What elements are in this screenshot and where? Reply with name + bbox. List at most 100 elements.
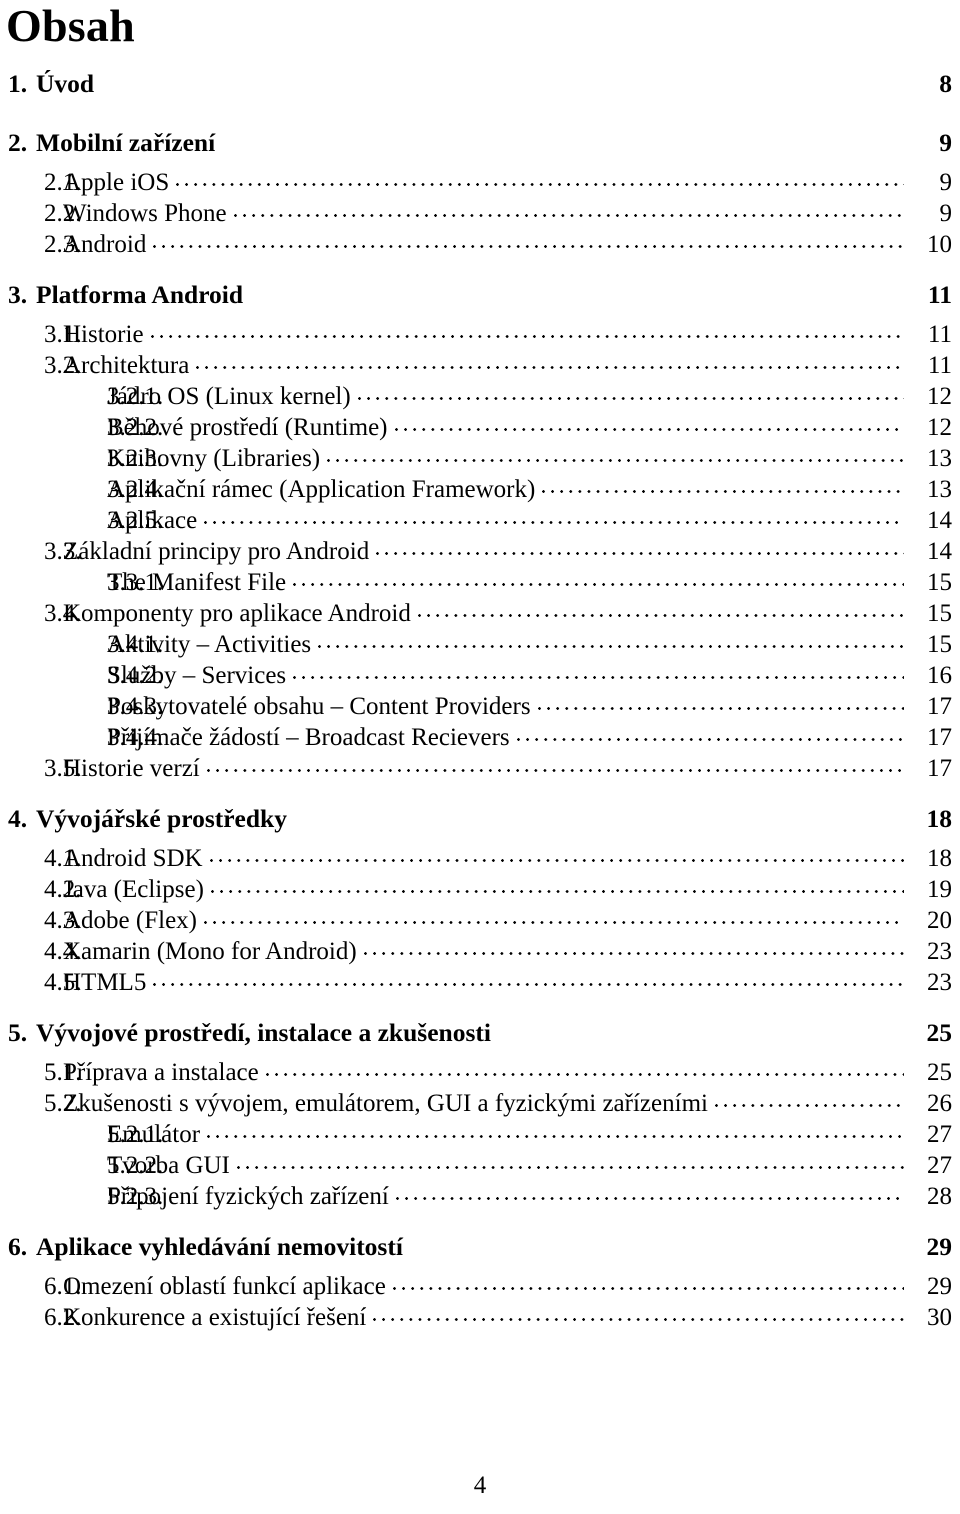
- toc-entry-number: 5.2.1.: [107, 1121, 164, 1148]
- toc-entry-page-number: 14: [927, 538, 952, 565]
- toc-entry-number: 6.: [8, 1231, 28, 1261]
- toc-entry-number: 3.2.2.: [107, 414, 164, 441]
- toc-entry-level-3[interactable]: 5.2.3. Připojení fyzických zařízení 28: [0, 1179, 960, 1210]
- toc-entry-level-1[interactable]: 3. Platforma Android 11: [0, 277, 960, 317]
- toc-entry-page-number: 18: [927, 845, 952, 872]
- dot-leader: [196, 348, 904, 373]
- toc-entry-level-3[interactable]: 5.2.2. Tvorba GUI 27: [0, 1148, 960, 1179]
- toc-entry-label: Apple iOS: [63, 169, 170, 196]
- toc-entry-page-number: 19: [927, 876, 952, 903]
- toc-entry-level-2[interactable]: 4.3. Adobe (Flex) 20: [0, 903, 960, 934]
- dot-leader: [265, 1055, 904, 1080]
- toc-entry-level-2[interactable]: 3.3. Základní principy pro Android 14: [0, 534, 960, 565]
- toc-entry-level-3[interactable]: 3.2.3. Knihovny (Libraries) 13: [0, 441, 960, 472]
- toc-entry-level-3[interactable]: 3.2.2. Běhové prostředí (Runtime) 12: [0, 410, 960, 441]
- dot-leader-dots: [209, 858, 904, 862]
- dot-leader: [293, 565, 904, 590]
- toc-entry-level-2[interactable]: 4.1. Android SDK 18: [0, 841, 960, 872]
- toc-entry-level-3[interactable]: 3.4.3. Poskytovatelé obsahu – Content Pro…: [0, 689, 960, 720]
- toc-entry-level-3[interactable]: 5.2.1. Emulátor 27: [0, 1117, 960, 1148]
- toc-entry-page-number: 26: [927, 1090, 952, 1117]
- dot-leader-dots: [357, 396, 904, 400]
- toc-entry-level-2[interactable]: 4.4. Xamarin (Mono for Android) 23: [0, 934, 960, 965]
- toc-entry-number: 3.: [8, 279, 28, 309]
- toc-entry-number: 3.2.3.: [107, 445, 164, 472]
- toc-entry-label: Běhové prostředí (Runtime): [107, 414, 388, 441]
- dot-leader-dots: [153, 244, 904, 248]
- toc-entry-level-2[interactable]: 4.5. HTML5 23: [0, 965, 960, 996]
- toc-entry-level-2[interactable]: 3.2. Architektura 11: [0, 348, 960, 379]
- toc-entry-level-2[interactable]: 6.2. Konkurence a existující řešení 30: [0, 1300, 960, 1331]
- dot-leader: [363, 934, 904, 959]
- toc-entry-page-number: 18: [926, 803, 953, 833]
- toc-entry-number: 2.1.: [44, 169, 82, 196]
- toc-entry-label: Příprava a instalace: [63, 1059, 259, 1086]
- dot-leader: [150, 317, 904, 342]
- toc-entry-page-number: 8: [939, 68, 952, 98]
- toc-entry-level-2[interactable]: 3.5. Historie verzí 17: [0, 751, 960, 782]
- toc-entry-level-3[interactable]: 3.3.1. The Manifest File 15: [0, 565, 960, 596]
- toc-entry-number: 3.3.1.: [107, 569, 164, 596]
- toc-entry-label: Zkušenosti s vývojem, emulátorem, GUI a …: [63, 1090, 708, 1117]
- toc-entry-level-3[interactable]: 3.4.4. Přijímače žádostí – Broadcast Reci…: [0, 720, 960, 751]
- dot-leader-dots: [196, 365, 904, 369]
- dot-leader-dots: [392, 1286, 904, 1290]
- toc-entry-number: 3.4.1.: [107, 631, 164, 658]
- toc-entry-page-number: 17: [927, 724, 952, 751]
- toc-entry-level-1[interactable]: 4. Vývojářské prostředky 18: [0, 801, 960, 841]
- toc-entry-label: The Manifest File: [107, 569, 287, 596]
- dot-leader: [204, 503, 904, 528]
- toc-entry-page-number: 9: [939, 169, 953, 196]
- toc-entry-label: Přijímače žádostí – Broadcast Recievers: [107, 724, 510, 751]
- toc-entry-number: 4.4.: [44, 938, 82, 965]
- dot-leader-dots: [233, 213, 904, 217]
- toc-entry-page-number: 16: [927, 662, 952, 689]
- toc-entry-label: Komponenty pro aplikace Android: [63, 600, 411, 627]
- toc-entry-number: 3.1.: [44, 321, 82, 348]
- toc-entry-label: Mobilní zařízení: [36, 127, 216, 157]
- toc-entry-level-3[interactable]: 3.2.4. Aplikační rámec (Application Frame…: [0, 472, 960, 503]
- toc-entry-page-number: 23: [927, 969, 952, 996]
- toc-entry-level-3[interactable]: 3.4.2. Služby – Services 16: [0, 658, 960, 689]
- toc-entry-label: Java (Eclipse): [63, 876, 204, 903]
- toc-entry-number: 1.: [8, 68, 28, 98]
- dot-leader: [394, 410, 904, 435]
- toc-entry-label: Aplikace vyhledávání nemovitostí: [36, 1231, 403, 1261]
- dot-leader: [410, 1229, 906, 1255]
- toc-entry-level-2[interactable]: 2.2. Windows Phone 9: [0, 196, 960, 227]
- toc-entry-level-3[interactable]: 3.4.1. Aktivity – Activities 15: [0, 627, 960, 658]
- toc-entry-level-2[interactable]: 3.4. Komponenty pro aplikace Android 15: [0, 596, 960, 627]
- toc-entry-page-number: 25: [926, 1017, 953, 1047]
- toc-entry-level-2[interactable]: 5.2. Zkušenosti s vývojem, emulátorem, GU…: [0, 1086, 960, 1117]
- toc-entry-number: 4.5.: [44, 969, 82, 996]
- toc-entry-level-3[interactable]: 3.2.5. Aplikace 14: [0, 503, 960, 534]
- toc-entry-label: Připojení fyzických zařízení: [107, 1183, 389, 1210]
- toc-entry-number: 3.4.4.: [107, 724, 164, 751]
- toc-entry-level-1[interactable]: 1. Úvod 8: [0, 66, 960, 106]
- toc-entry-level-3[interactable]: 3.2.1. Jádro OS (Linux kernel) 12: [0, 379, 960, 410]
- dot-leader-dots: [542, 489, 904, 493]
- toc-entry-page-number: 20: [927, 907, 952, 934]
- toc-entry-level-2[interactable]: 2.3. Android 10: [0, 227, 960, 258]
- dot-leader-dots: [516, 737, 904, 741]
- toc-entry-level-1[interactable]: 5. Vývojové prostředí, instalace a zkušen…: [0, 1015, 960, 1055]
- dot-leader: [542, 472, 904, 497]
- toc-entry-number: 2.: [8, 127, 28, 157]
- toc-entry-level-1[interactable]: 6. Aplikace vyhledávání nemovitostí 29: [0, 1229, 960, 1269]
- dot-leader-dots: [204, 520, 904, 524]
- toc-entry-number: 4.2.: [44, 876, 82, 903]
- dot-leader: [222, 125, 906, 151]
- toc-entry-level-2[interactable]: 3.1. Historie 11: [0, 317, 960, 348]
- toc-entry-level-1[interactable]: 2. Mobilní zařízení 9: [0, 125, 960, 165]
- toc-entry-page-number: 27: [927, 1121, 952, 1148]
- toc-entry-number: 3.2.1.: [107, 383, 164, 410]
- toc-entry-level-2[interactable]: 2.1. Apple iOS 9: [0, 165, 960, 196]
- dot-leader: [318, 627, 904, 652]
- toc-entry-level-2[interactable]: 6.1. Omezení oblastí funkcí aplikace 29: [0, 1269, 960, 1300]
- dot-leader-dots: [204, 920, 904, 924]
- toc-entry-level-2[interactable]: 4.2. Java (Eclipse) 19: [0, 872, 960, 903]
- dot-leader-dots: [395, 1196, 904, 1200]
- toc-entry-level-2[interactable]: 5.1. Příprava a instalace 25: [0, 1055, 960, 1086]
- toc-entry-number: 6.2.: [44, 1304, 82, 1331]
- toc-entry-page-number: 14: [927, 507, 952, 534]
